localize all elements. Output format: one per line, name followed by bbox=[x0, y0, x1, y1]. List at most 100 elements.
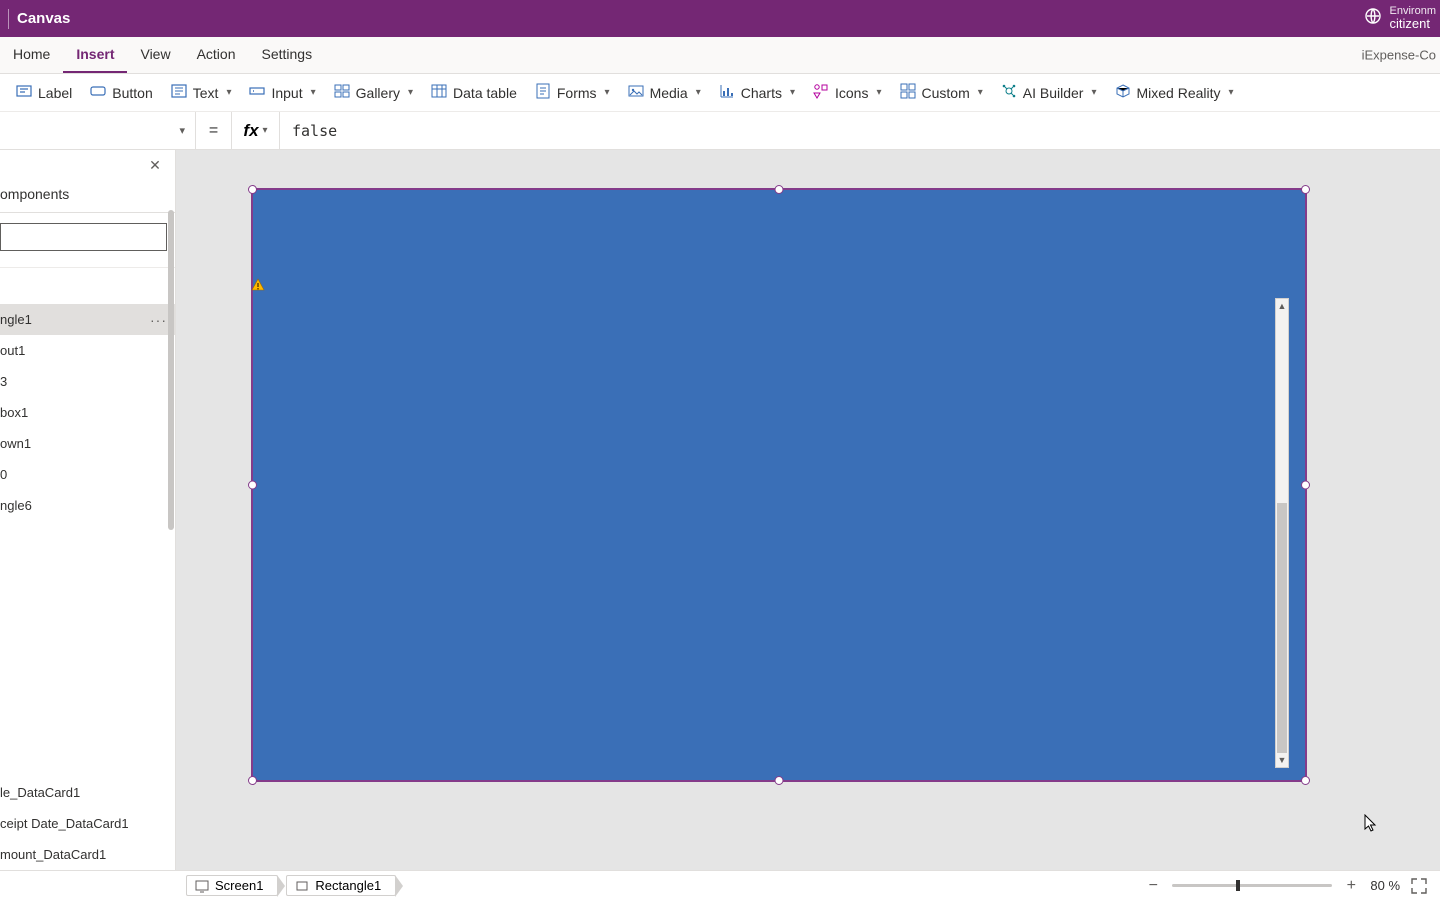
chevron-down-icon: ▾ bbox=[179, 124, 185, 137]
warning-icon[interactable] bbox=[251, 278, 265, 292]
chevron-down-icon: ▾ bbox=[311, 87, 316, 98]
ribbon-gallery[interactable]: Gallery ▾ bbox=[334, 83, 413, 102]
selected-rectangle[interactable]: ▲ ▼ bbox=[251, 188, 1307, 782]
aibuilder-icon bbox=[1001, 83, 1017, 102]
titlebar-divider bbox=[8, 9, 9, 29]
ribbon-button[interactable]: Button bbox=[90, 83, 152, 102]
chevron-down-icon: ▾ bbox=[408, 87, 413, 98]
status-right: − + 80 % bbox=[1144, 871, 1428, 900]
title-bar: Canvas Environm citizent bbox=[0, 0, 1440, 37]
mixedreality-icon bbox=[1115, 83, 1131, 102]
tab-insert[interactable]: Insert bbox=[63, 38, 127, 73]
close-icon[interactable]: ✕ bbox=[143, 153, 167, 177]
inner-scrollbar[interactable]: ▲ ▼ bbox=[1275, 298, 1289, 768]
rectangle-icon bbox=[295, 879, 309, 893]
scroll-down-icon[interactable]: ▼ bbox=[1276, 753, 1288, 767]
zoom-slider[interactable] bbox=[1172, 884, 1332, 887]
breadcrumb-screen[interactable]: Screen1 bbox=[186, 875, 278, 896]
charts-icon bbox=[719, 83, 735, 102]
chevron-down-icon: ▾ bbox=[696, 87, 701, 98]
more-icon[interactable]: ··· bbox=[150, 312, 167, 328]
tree-view-panel: ✕ omponents ngle1 ··· out1 3 box1 own1 0… bbox=[0, 150, 176, 870]
resize-handle-bm[interactable] bbox=[775, 776, 784, 785]
tab-action[interactable]: Action bbox=[184, 38, 249, 73]
insert-ribbon: Label Button Text ▾ Input ▾ Gallery ▾ Da… bbox=[0, 74, 1440, 112]
zoom-slider-knob[interactable] bbox=[1236, 880, 1240, 891]
ribbon-input[interactable]: Input ▾ bbox=[249, 83, 315, 102]
label-icon bbox=[16, 83, 32, 102]
ribbon-custom[interactable]: Custom ▾ bbox=[900, 83, 983, 102]
tree-divider bbox=[0, 267, 175, 268]
ribbon-media[interactable]: Media ▾ bbox=[628, 83, 701, 102]
environment-indicator[interactable]: Environm citizent bbox=[1364, 0, 1440, 37]
resize-handle-tr[interactable] bbox=[1301, 185, 1310, 194]
ribbon-label[interactable]: Label bbox=[16, 83, 72, 102]
formula-input[interactable] bbox=[280, 112, 1440, 149]
environment-text: Environm citizent bbox=[1390, 6, 1436, 31]
zoom-out-button[interactable]: − bbox=[1144, 877, 1162, 895]
tree-item[interactable]: mount_DataCard1 bbox=[0, 839, 175, 870]
ribbon-charts[interactable]: Charts ▾ bbox=[719, 83, 795, 102]
chevron-down-icon: ▾ bbox=[263, 125, 268, 136]
tree-item[interactable]: le_DataCard1 bbox=[0, 777, 175, 808]
status-bar: Screen1 Rectangle1 − + 80 % bbox=[0, 870, 1440, 900]
zoom-in-button[interactable]: + bbox=[1342, 877, 1360, 895]
ribbon-mixedreality[interactable]: Mixed Reality ▾ bbox=[1115, 83, 1234, 102]
app-title: Canvas bbox=[17, 10, 70, 27]
ribbon-text[interactable]: Text ▾ bbox=[171, 83, 232, 102]
scroll-up-icon[interactable]: ▲ bbox=[1276, 299, 1288, 313]
chevron-down-icon: ▾ bbox=[605, 87, 610, 98]
mouse-cursor-icon bbox=[1364, 814, 1378, 834]
tree-item[interactable]: ngle1 ··· bbox=[0, 304, 175, 335]
resize-handle-br[interactable] bbox=[1301, 776, 1310, 785]
resize-handle-bl[interactable] bbox=[248, 776, 257, 785]
tree-search-input[interactable] bbox=[0, 223, 167, 251]
tab-view[interactable]: View bbox=[127, 38, 183, 73]
scrollbar-thumb[interactable] bbox=[168, 210, 174, 530]
fullscreen-icon[interactable] bbox=[1410, 877, 1428, 895]
property-dropdown[interactable]: ▾ bbox=[0, 112, 196, 149]
formula-bar: ▾ = fx ▾ bbox=[0, 112, 1440, 150]
chevron-down-icon: ▾ bbox=[876, 87, 881, 98]
tree-item[interactable]: out1 bbox=[0, 335, 175, 366]
chevron-down-icon: ▾ bbox=[978, 87, 983, 98]
tree-scrollbar[interactable] bbox=[167, 150, 175, 870]
menu-bar: Home Insert View Action Settings iExpens… bbox=[0, 37, 1440, 74]
ribbon-aibuilder[interactable]: AI Builder ▾ bbox=[1001, 83, 1097, 102]
screen-icon bbox=[195, 879, 209, 893]
chevron-down-icon: ▾ bbox=[1229, 87, 1234, 98]
chevron-down-icon: ▾ bbox=[790, 87, 795, 98]
breadcrumb-control[interactable]: Rectangle1 bbox=[286, 875, 396, 896]
tab-settings[interactable]: Settings bbox=[249, 38, 326, 73]
tree-item[interactable]: box1 bbox=[0, 397, 175, 428]
tree-item[interactable]: 0 bbox=[0, 459, 175, 490]
tree-tab-components[interactable]: omponents bbox=[0, 180, 175, 213]
fx-button[interactable]: fx ▾ bbox=[232, 112, 280, 149]
ribbon-icons[interactable]: Icons ▾ bbox=[813, 83, 882, 102]
resize-handle-ml[interactable] bbox=[248, 481, 257, 490]
datatable-icon bbox=[431, 83, 447, 102]
scrollbar-thumb[interactable] bbox=[1277, 503, 1287, 753]
scroll-track[interactable] bbox=[1276, 313, 1288, 753]
resize-handle-mr[interactable] bbox=[1301, 481, 1310, 490]
resize-handle-tl[interactable] bbox=[248, 185, 257, 194]
custom-icon bbox=[900, 83, 916, 102]
canvas-area[interactable]: ▲ ▼ bbox=[176, 150, 1440, 870]
tree-item[interactable]: ngle6 bbox=[0, 490, 175, 521]
chevron-down-icon: ▾ bbox=[226, 87, 231, 98]
tree-item[interactable]: own1 bbox=[0, 428, 175, 459]
input-icon bbox=[249, 83, 265, 102]
fx-icon: fx bbox=[243, 121, 258, 141]
zoom-value: 80 % bbox=[1370, 878, 1400, 893]
main-area: ✕ omponents ngle1 ··· out1 3 box1 own1 0… bbox=[0, 150, 1440, 870]
ribbon-datatable[interactable]: Data table bbox=[431, 83, 517, 102]
ribbon-forms[interactable]: Forms ▾ bbox=[535, 83, 610, 102]
text-icon bbox=[171, 83, 187, 102]
tab-home[interactable]: Home bbox=[0, 38, 63, 73]
tree-item[interactable]: 3 bbox=[0, 366, 175, 397]
equals-label: = bbox=[196, 112, 232, 149]
media-icon bbox=[628, 83, 644, 102]
gallery-icon bbox=[334, 83, 350, 102]
tree-item[interactable]: ceipt Date_DataCard1 bbox=[0, 808, 175, 839]
resize-handle-tm[interactable] bbox=[775, 185, 784, 194]
